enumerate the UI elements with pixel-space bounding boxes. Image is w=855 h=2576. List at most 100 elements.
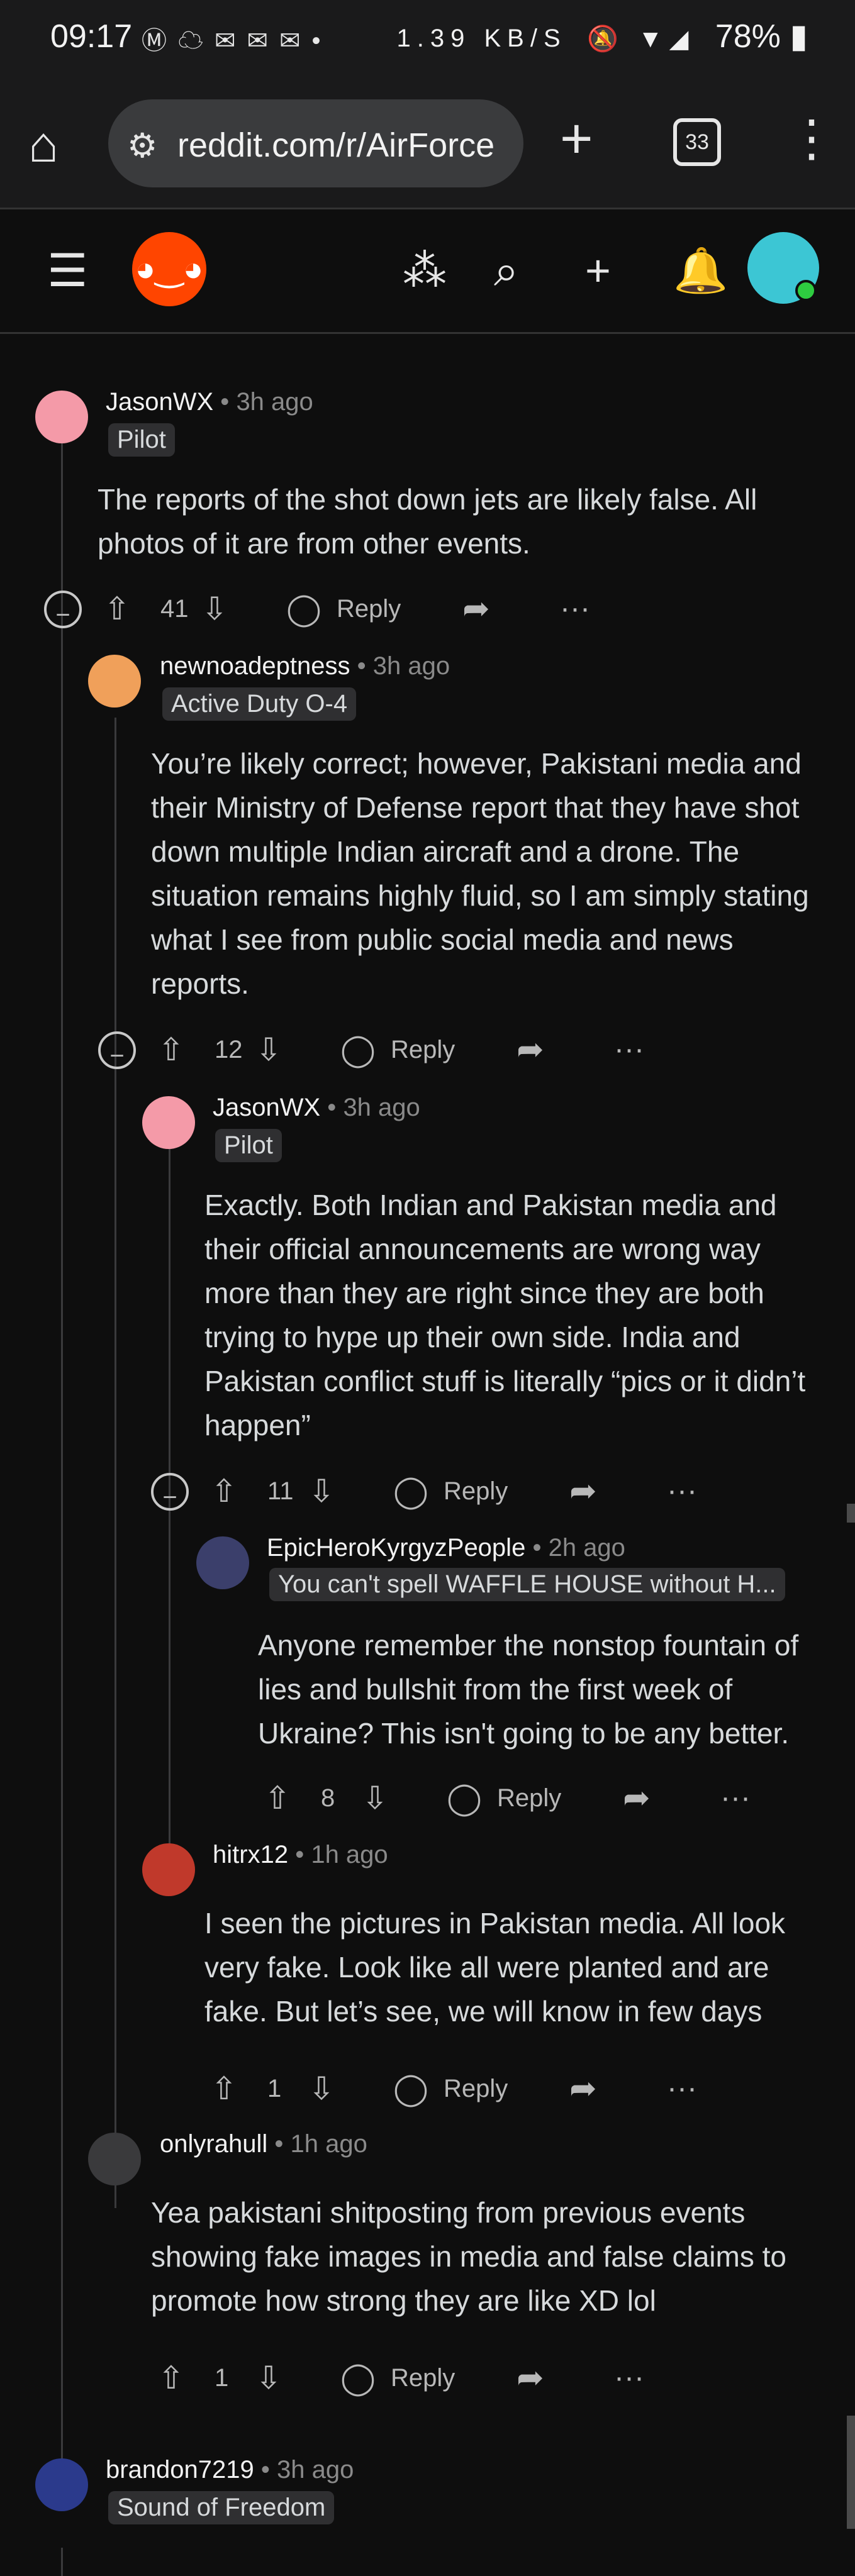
timestamp: 2h ago bbox=[548, 1534, 625, 1562]
share-icon[interactable]: ➦ bbox=[569, 2067, 597, 2111]
home-icon[interactable]: ⌂ bbox=[28, 119, 59, 170]
share-icon[interactable]: ➦ bbox=[517, 1028, 544, 1072]
browser-menu-icon[interactable]: ⋮ bbox=[786, 113, 837, 164]
share-icon[interactable]: ➦ bbox=[569, 1469, 597, 1513]
comment-body: Exactly. Both Indian and Pakistan media … bbox=[204, 1189, 806, 1441]
online-indicator bbox=[795, 280, 817, 301]
more-options-icon[interactable]: ··· bbox=[667, 2067, 697, 2111]
downvote-icon[interactable]: ⇩ bbox=[255, 1028, 282, 1072]
avatar[interactable] bbox=[35, 391, 88, 443]
downvote-icon[interactable]: ⇩ bbox=[308, 2067, 335, 2111]
upvote-icon[interactable]: ⇧ bbox=[158, 2356, 184, 2400]
avatar[interactable] bbox=[88, 655, 141, 708]
username[interactable]: JasonWX bbox=[106, 388, 213, 416]
username[interactable]: newnoadeptness bbox=[160, 652, 350, 680]
collapse-icon[interactable]: − bbox=[98, 1031, 136, 1070]
reply-button[interactable]: Reply bbox=[444, 2067, 508, 2111]
vote-count: 1 bbox=[267, 2075, 282, 2102]
upvote-icon[interactable]: ⇧ bbox=[211, 1469, 237, 1513]
collapse-icon[interactable]: − bbox=[151, 1473, 189, 1511]
comment-meta: EpicHeroKyrgyzPeople • 2h ago bbox=[267, 1534, 625, 1562]
comment-thread: JasonWX • 3h ago Pilot The reports of th… bbox=[0, 334, 855, 2576]
share-icon[interactable]: ➦ bbox=[623, 1776, 651, 1820]
address-bar[interactable]: ⚙ reddit.com/r/AirForce bbox=[108, 99, 523, 187]
hamburger-menu-icon[interactable]: ☰ bbox=[47, 248, 88, 294]
separator: • bbox=[327, 1094, 337, 1121]
comment-body: I seen the pictures in Pakistan media. A… bbox=[204, 1907, 786, 2028]
avatar[interactable] bbox=[35, 2458, 88, 2511]
reply-button[interactable]: Reply bbox=[497, 1776, 561, 1820]
site-settings-icon[interactable]: ⚙ bbox=[127, 126, 157, 165]
avatar[interactable] bbox=[88, 2133, 141, 2185]
address-text[interactable]: reddit.com/r/AirForce bbox=[177, 126, 495, 165]
vote-count: 41 bbox=[160, 595, 189, 623]
user-avatar[interactable] bbox=[747, 232, 819, 304]
downvote-icon[interactable]: ⇩ bbox=[201, 587, 228, 631]
downvote-icon[interactable]: ⇩ bbox=[255, 2356, 282, 2400]
thread-line bbox=[115, 718, 116, 2208]
downvote-icon[interactable]: ⇩ bbox=[362, 1776, 388, 1820]
upvote-icon[interactable]: ⇧ bbox=[264, 1776, 291, 1820]
reddit-header: ☰ ◕‿◕ ⁂ ⌕ + 🔔 bbox=[0, 209, 855, 334]
more-options-icon[interactable]: ··· bbox=[614, 1028, 644, 1072]
comment-actions: ⇧ 1 ⇩ ◯ Reply ➦ ··· bbox=[151, 2067, 717, 2111]
comment-meta: newnoadeptness • 3h ago bbox=[160, 652, 450, 680]
reply-icon[interactable]: ◯ bbox=[447, 1776, 482, 1820]
comment-body: The reports of the shot down jets are li… bbox=[98, 483, 757, 560]
separator: • bbox=[532, 1534, 542, 1562]
reply-icon[interactable]: ◯ bbox=[340, 2356, 376, 2400]
username[interactable]: EpicHeroKyrgyzPeople bbox=[267, 1534, 525, 1562]
comment-meta: JasonWX • 3h ago bbox=[106, 388, 313, 416]
more-options-icon[interactable]: ··· bbox=[614, 2356, 644, 2400]
user-flair: Pilot bbox=[215, 1129, 282, 1162]
username[interactable]: onlyrahull bbox=[160, 2130, 267, 2158]
vote-count: 11 bbox=[267, 1477, 294, 1505]
username[interactable]: JasonWX bbox=[213, 1094, 320, 1121]
avatar[interactable] bbox=[142, 1096, 195, 1149]
reply-icon[interactable]: ◯ bbox=[393, 2067, 428, 2111]
user-flair: You can't spell WAFFLE HOUSE without H..… bbox=[269, 1568, 785, 1601]
scrollbar[interactable] bbox=[847, 2416, 855, 2529]
reply-button[interactable]: Reply bbox=[391, 2356, 455, 2400]
avatar[interactable] bbox=[196, 1536, 249, 1589]
reddit-logo-icon[interactable]: ◕‿◕ bbox=[132, 232, 206, 306]
timestamp: 1h ago bbox=[311, 1841, 388, 1868]
communities-icon[interactable]: ⁂ bbox=[403, 248, 447, 292]
reply-icon[interactable]: ◯ bbox=[340, 1028, 376, 1072]
new-tab-icon[interactable]: + bbox=[560, 111, 593, 167]
status-bar: 09:17 Ⓜ☁✉✉✉• 1.39 KB/S 🔕 ▼◢ 78% ▮ bbox=[0, 0, 855, 82]
notification-icons: Ⓜ☁✉✉✉• bbox=[142, 27, 332, 55]
tab-switcher-button[interactable]: 33 bbox=[673, 118, 721, 166]
comment-actions: − ⇧ 11 ⇩ ◯ Reply ➦ ··· bbox=[151, 1469, 717, 1513]
share-icon[interactable]: ➦ bbox=[517, 2356, 544, 2400]
share-icon[interactable]: ➦ bbox=[462, 587, 490, 631]
upvote-icon[interactable]: ⇧ bbox=[158, 1028, 184, 1072]
scrollbar[interactable] bbox=[847, 1504, 855, 1523]
reply-button[interactable]: Reply bbox=[444, 1469, 508, 1513]
reply-icon[interactable]: ◯ bbox=[393, 1469, 428, 1513]
create-post-icon[interactable]: + bbox=[585, 248, 611, 292]
comment-body: Yea pakistani shitposting from previous … bbox=[151, 2196, 786, 2317]
comment-actions: ⇧ 8 ⇩ ◯ Reply ➦ ··· bbox=[204, 1776, 771, 1820]
reply-icon[interactable]: ◯ bbox=[286, 587, 321, 631]
downvote-icon[interactable]: ⇩ bbox=[308, 1469, 335, 1513]
battery-icon: ▮ bbox=[790, 18, 808, 55]
vote-count: 8 bbox=[321, 1784, 335, 1812]
upvote-icon[interactable]: ⇧ bbox=[211, 2067, 237, 2111]
collapse-icon[interactable]: − bbox=[44, 591, 82, 629]
avatar[interactable] bbox=[142, 1843, 195, 1896]
more-options-icon[interactable]: ··· bbox=[720, 1776, 751, 1820]
reply-button[interactable]: Reply bbox=[337, 587, 401, 631]
username[interactable]: brandon7219 bbox=[106, 2456, 254, 2484]
notifications-bell-icon[interactable]: 🔔 bbox=[673, 248, 728, 292]
search-icon[interactable]: ⌕ bbox=[494, 248, 518, 292]
more-options-icon[interactable]: ··· bbox=[560, 587, 590, 631]
username[interactable]: hitrx12 bbox=[213, 1841, 288, 1868]
reply-button[interactable]: Reply bbox=[391, 1028, 455, 1072]
comment-meta: JasonWX • 3h ago bbox=[213, 1094, 420, 1122]
comment-actions: − ⇧ 41 ⇩ ◯ Reply ➦ ··· bbox=[44, 587, 610, 631]
browser-toolbar: ⌂ ⚙ reddit.com/r/AirForce + 33 ⋮ bbox=[0, 82, 855, 209]
network-speed: 1.39 KB/S bbox=[396, 24, 567, 52]
more-options-icon[interactable]: ··· bbox=[667, 1469, 697, 1513]
upvote-icon[interactable]: ⇧ bbox=[104, 587, 130, 631]
